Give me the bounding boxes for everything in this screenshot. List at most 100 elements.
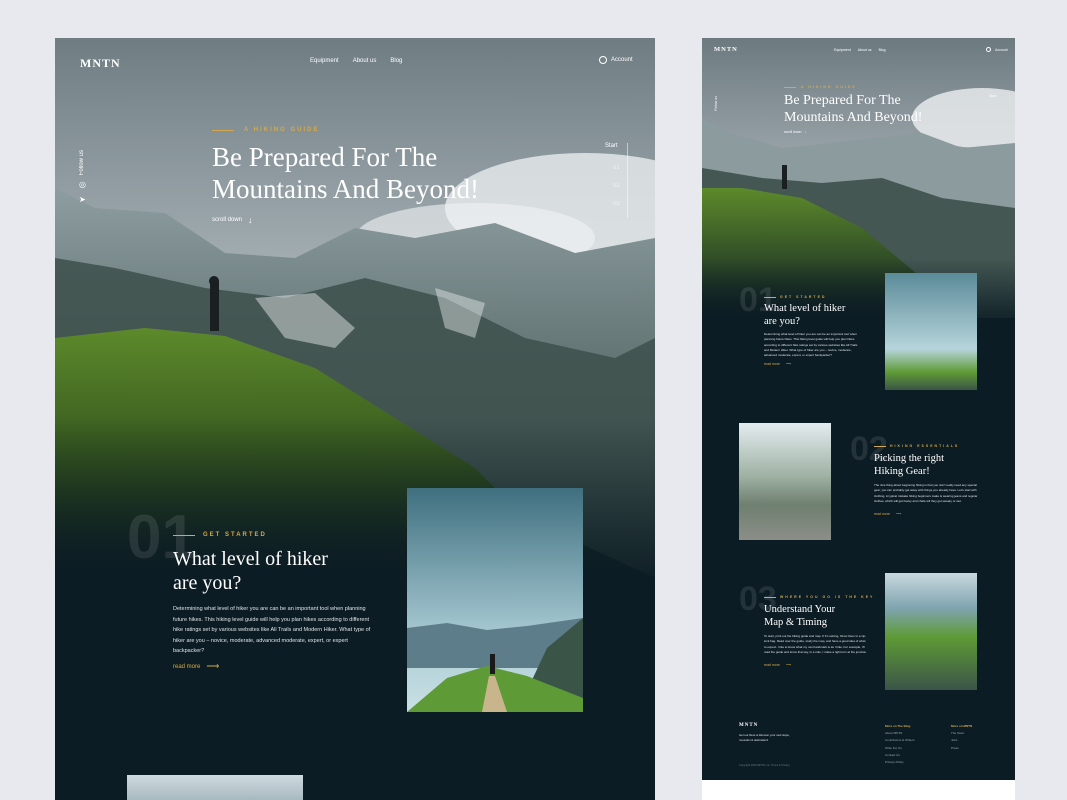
follow-us-label: Follow us <box>79 150 85 176</box>
arrow-right-icon: ⟶ <box>206 661 220 671</box>
slider-item[interactable]: 03 <box>613 201 620 207</box>
footer-link[interactable]: About MNTN <box>885 730 914 737</box>
section-title-line-2: are you? <box>764 315 800 327</box>
footer-link[interactable]: Write For Us <box>885 745 914 752</box>
section-title: What level of hiker are you? <box>173 547 328 595</box>
footer-copyright: Copyright 2023 MNTN, Inc. Terms & Privac… <box>739 764 790 767</box>
logo-small[interactable]: MNTN <box>714 46 738 53</box>
nav-link-about[interactable]: About us <box>858 48 872 52</box>
hiker-gear-photo <box>739 423 831 540</box>
scroll-down-label: scroll down <box>784 130 802 134</box>
arrow-right-icon: ⟶ <box>785 362 791 366</box>
hero-title-line-1: Be Prepared For The <box>212 142 438 172</box>
hero-eyebrow-text: A HIKING GUIDE <box>801 85 857 89</box>
nav-link-blog[interactable]: Blog <box>879 48 886 52</box>
section-eyebrow-text: HIKING ESSENTIALS <box>890 444 960 448</box>
arrow-down-icon: ↓ <box>248 215 253 225</box>
read-more-link[interactable]: read more ⟶ <box>764 362 791 366</box>
read-more-label: read more <box>764 663 780 667</box>
footer-link[interactable]: Contact Us <box>885 752 914 759</box>
slider-label-small: Start <box>989 94 997 98</box>
hero-title-small: Be Prepared For The Mountains And Beyond… <box>784 93 922 126</box>
account-label: Account <box>995 47 1008 52</box>
section-title-line-1: Understand Your <box>764 604 836 615</box>
footer-link[interactable]: The Team <box>951 730 972 737</box>
arrow-down-icon: ↓ <box>804 130 807 134</box>
desktop-mockup-large: MNTN Equipment About us Blog Account A H… <box>55 38 655 800</box>
arrow-right-icon: ⟶ <box>785 663 791 667</box>
section-body: To start, print out the hiking guide and… <box>764 634 868 654</box>
scroll-down-label: scroll down <box>212 217 243 223</box>
section-title-line-1: Picking the right <box>874 453 944 464</box>
hero-title: Be Prepared For The Mountains And Beyond… <box>212 142 479 206</box>
nav-link-about[interactable]: About us <box>353 58 377 64</box>
section-eyebrow: HIKING ESSENTIALS <box>874 444 959 448</box>
compass-in-hand-photo <box>885 573 977 690</box>
section-body: The nice thing about beginning hiking is… <box>874 483 978 503</box>
hero-eyebrow-small: A HIKING GUIDE <box>784 85 857 89</box>
follow-us-label-small: Follow us <box>714 96 718 111</box>
hiker-on-ridge-photo <box>885 273 977 390</box>
footer-column-title: More on MNTN <box>951 724 973 728</box>
hero-title-line-2: Mountains And Beyond! <box>212 173 479 204</box>
read-more-label: read more <box>173 663 201 670</box>
section-title-line-1: What level of hiker <box>764 303 846 314</box>
read-more-link[interactable]: read more ⟶ <box>764 663 791 667</box>
desktop-mockup-small: MNTN Equipment About us Blog Account A H… <box>702 38 1015 780</box>
hero-eyebrow-text: A HIKING GUIDE <box>244 127 320 133</box>
account-link-small[interactable]: Account <box>986 47 1008 52</box>
section-eyebrow: GET STARTED <box>173 532 267 538</box>
footer-link[interactable]: Press <box>951 745 972 752</box>
section-title-line-2: are you? <box>173 572 242 594</box>
section-body: Determining what level of hiker you are … <box>764 332 858 358</box>
section-eyebrow-text: WHERE YOU GO IS THE KEY <box>780 595 875 599</box>
section-eyebrow-text: GET STARTED <box>203 532 267 538</box>
section-title: What level of hiker are you? <box>764 303 845 328</box>
scroll-down-link[interactable]: scroll down ↓ <box>212 215 253 225</box>
nav-links-small: Equipment About us Blog <box>834 48 886 52</box>
read-more-link[interactable]: read more ⟶ <box>874 512 901 516</box>
footer-link[interactable]: Jobs <box>951 737 972 744</box>
footer-column-title: More on The Blog <box>885 724 911 728</box>
nav-link-equipment[interactable]: Equipment <box>310 58 339 64</box>
section-title-line-1: What level of hiker <box>173 548 328 570</box>
account-icon <box>986 47 991 52</box>
hero-slider: Start 01 02 03 <box>605 143 630 218</box>
hiker-on-ridge-photo <box>407 488 583 712</box>
footer-column-blog: More on The Blog About MNTN Contributors… <box>885 723 914 766</box>
page-bottom-strip <box>702 780 1015 800</box>
hero-title-line-2: Mountains And Beyond! <box>784 109 923 125</box>
logo[interactable]: MNTN <box>80 56 121 71</box>
scroll-down-link-small[interactable]: scroll down ↓ <box>784 130 806 134</box>
read-more-link[interactable]: read more ⟶ <box>173 661 219 672</box>
instagram-icon[interactable]: ◎ <box>79 180 86 189</box>
slider-item[interactable]: 01 <box>613 165 620 171</box>
twitter-icon[interactable]: ➤ <box>79 195 86 204</box>
nav-link-blog[interactable]: Blog <box>390 58 402 64</box>
footer-column-mntn: More on MNTN The Team Jobs Press <box>951 723 972 752</box>
section-title-line-2: Hiking Gear! <box>874 465 930 477</box>
section-eyebrow: GET STARTED <box>764 295 826 299</box>
account-icon <box>599 56 607 64</box>
next-section-photo <box>127 775 303 800</box>
nav-link-equipment[interactable]: Equipment <box>834 48 851 52</box>
footer-link[interactable]: Contributors & Writers <box>885 737 914 744</box>
footer-logo[interactable]: MNTN <box>739 723 758 728</box>
section-eyebrow-text: GET STARTED <box>780 295 827 299</box>
arrow-right-icon: ⟶ <box>895 512 901 516</box>
section-body: Determining what level of hiker you are … <box>173 606 371 654</box>
footer-link[interactable]: Privacy Policy <box>885 759 914 766</box>
account-label: Account <box>611 57 633 63</box>
footer-tagline: Get out there & discover your next slope… <box>739 733 790 742</box>
section-eyebrow: WHERE YOU GO IS THE KEY <box>764 595 874 599</box>
account-link[interactable]: Account <box>599 56 633 64</box>
section-title-line-2: Map & Timing <box>764 616 828 628</box>
hero-title-line-1: Be Prepared For The <box>784 93 901 108</box>
top-nav: MNTN Equipment About us Blog Account <box>55 38 655 86</box>
read-more-label: read more <box>764 362 780 366</box>
hero-eyebrow: A HIKING GUIDE <box>212 127 319 133</box>
section-title: Picking the right Hiking Gear! <box>874 453 944 478</box>
slider-item[interactable]: 02 <box>613 183 620 189</box>
nav-links: Equipment About us Blog <box>310 58 402 64</box>
read-more-label: read more <box>874 512 890 516</box>
